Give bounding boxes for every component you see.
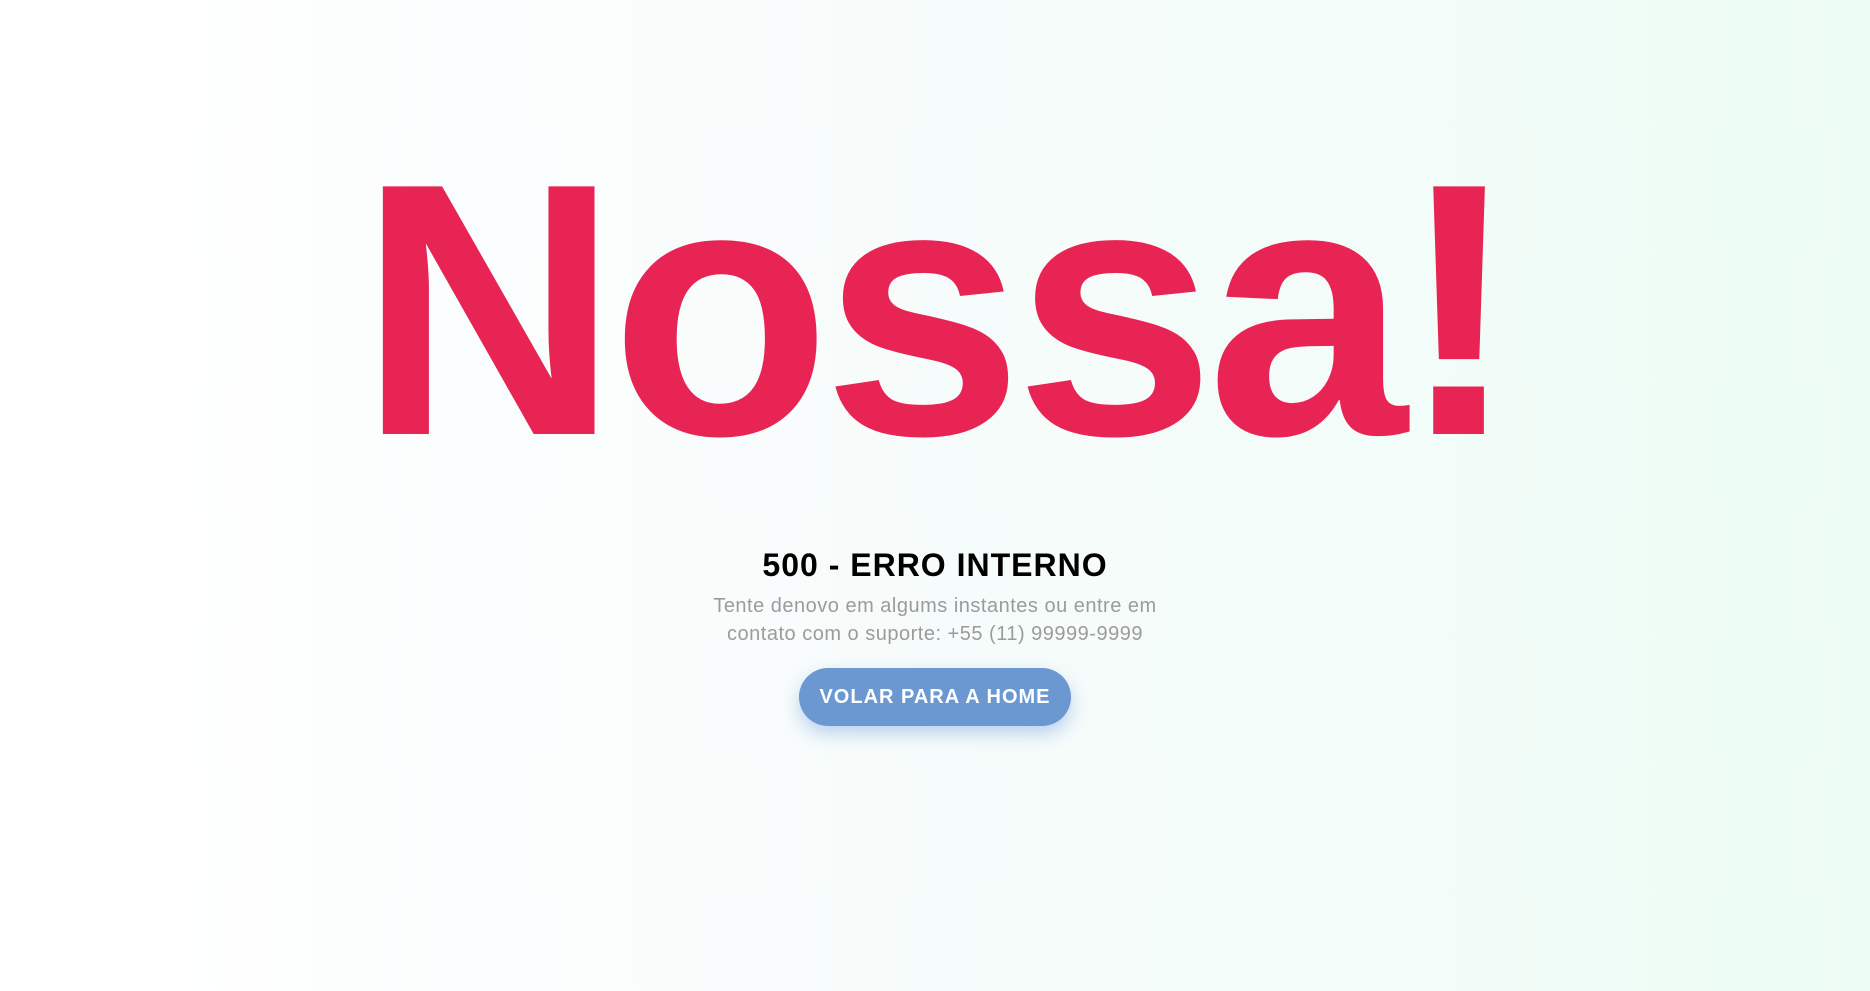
back-to-home-label: VOLAR PARA A HOME	[819, 685, 1051, 708]
error-code-heading: 500 - ERRO INTERNO	[762, 547, 1108, 583]
back-to-home-button[interactable]: VOLAR PARA A HOME	[799, 668, 1071, 726]
error-title: Nossa!	[358, 109, 1519, 511]
error-message: Tente denovo em algums instantes ou entr…	[713, 595, 1157, 645]
